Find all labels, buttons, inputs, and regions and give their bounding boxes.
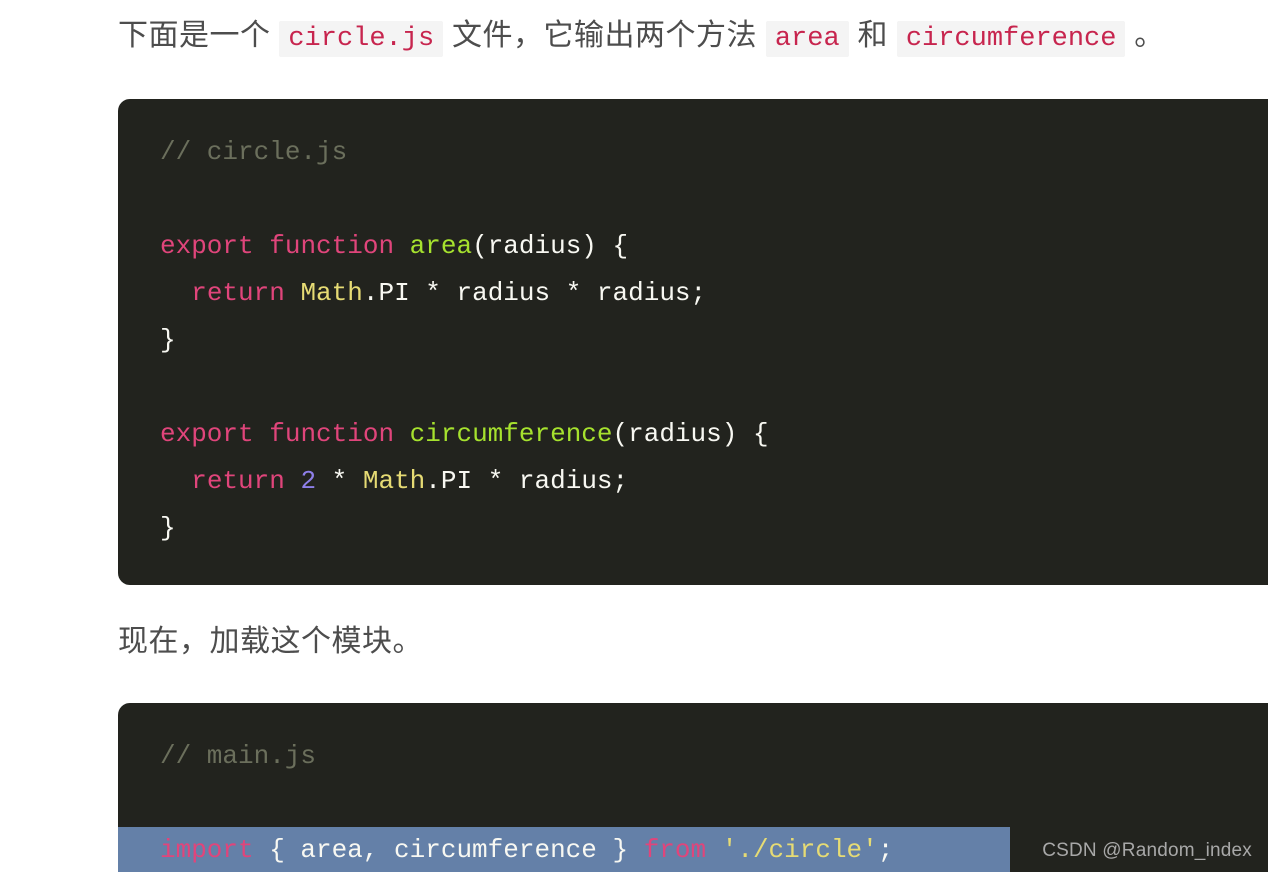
code-token-plain: } [160,325,176,355]
code-token-class: Math [300,278,363,308]
code-token-plain: } [160,513,176,543]
code-line: // circle.js [118,129,1268,176]
code-line: return Math.PI * radius * radius; [118,270,1268,317]
inline-code-area: area [765,21,849,57]
code-line: // main.js [118,733,1268,780]
code-line: export function area(radius) { [118,223,1268,270]
code-token-keyword: function [269,419,395,449]
code-block-circle-js[interactable]: // circle.js export function area(radius… [118,99,1268,585]
code-token-plain: (radius) { [612,419,769,449]
code-token-func: circumference [409,419,613,449]
code-token-keyword: function [269,231,395,261]
code-token-plain: ; [877,835,894,865]
code-line: return 2 * Math.PI * radius; [118,458,1268,505]
intro-text-4: 。 [1125,19,1165,52]
article-page: 下面是一个 circle.js 文件，它输出两个方法 area 和 circum… [0,0,1268,872]
code-line: } [118,505,1268,552]
csdn-watermark: CSDN @Random_index [1042,840,1252,861]
intro-text-3: 和 [848,19,897,52]
code-line: import { area, circumference } from './c… [118,827,1010,872]
code-token-number: 2 [300,466,317,496]
code-token-func: area [409,231,473,261]
intro-text-1: 下面是一个 [118,19,280,52]
code-token-keyword: import [160,835,254,865]
code-token-comment: // main.js [160,741,317,771]
code-token-plain: .PI * radius; [425,466,629,496]
code-token-keyword: return [191,466,285,496]
intro-paragraph: 下面是一个 circle.js 文件，它输出两个方法 area 和 circum… [118,14,1165,61]
code-token-comment: // circle.js [160,137,348,167]
code-token-class: Math [362,466,426,496]
code-line: } [118,317,1268,364]
code-token-keyword: export [160,419,254,449]
code-token-plain: .PI * radius * radius; [362,278,707,308]
code-token-plain: (radius) { [472,231,629,261]
code-token-keyword: return [191,278,285,308]
intro-text-2: 文件，它输出两个方法 [443,19,766,52]
code-token-keyword: export [160,231,254,261]
code-token-plain: * [316,466,363,496]
inline-code-circle-js: circle.js [279,21,444,57]
code-token-string: './circle' [721,835,878,865]
code-token-plain: { area, circumference } [253,835,644,865]
code-content-circle-js[interactable]: // circle.js export function area(radius… [118,129,1268,552]
middle-paragraph: 现在，加载这个模块。 [118,625,423,658]
inline-code-circumference: circumference [896,21,1126,57]
code-line: export function circumference(radius) { [118,411,1268,458]
code-token-keyword: from [643,835,707,865]
